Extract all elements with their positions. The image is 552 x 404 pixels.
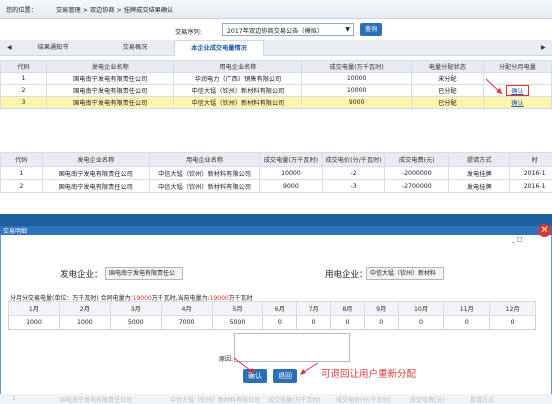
close-icon[interactable]: × bbox=[538, 224, 551, 237]
col-status: 电量分配状态 bbox=[410, 60, 484, 73]
month-input[interactable]: 1000 bbox=[8, 315, 60, 330]
month-input[interactable]: 5000 bbox=[109, 315, 162, 330]
modal-title: 交易明细 bbox=[3, 228, 28, 235]
sequence-label: 交易序列: bbox=[175, 29, 202, 36]
detail-table: 代码 发电企业名称 用电企业名称 成交电量(万千瓦时) 成交电价(分/千瓦时) … bbox=[0, 152, 552, 193]
month-input[interactable]: 0 bbox=[330, 315, 365, 330]
month-input[interactable]: 0 bbox=[489, 315, 536, 330]
ghost-table-row: 1 国电南宁发电有限责任公司 中信大锰（钦州）新材料有限公司 成交电量(万千瓦时… bbox=[0, 394, 552, 404]
buyer-field[interactable]: 中信大锰（钦州）新材料 bbox=[366, 267, 444, 280]
volume-table: 代码 发电企业名称 用电企业名称 成交电量(万千瓦时) 电量分配状态 分配分月电… bbox=[0, 60, 552, 109]
col-seller: 发电企业名称 bbox=[46, 60, 175, 73]
month-input[interactable]: 0 bbox=[363, 315, 399, 330]
col-code: 代码 bbox=[0, 60, 48, 73]
table-row[interactable]: 2 国电南宁发电有限责任公司 中信大锰（钦州）新材料有限公司 10000 已分配… bbox=[0, 84, 552, 97]
tab-scroll-left-icon[interactable]: ◀ bbox=[7, 44, 12, 51]
breadcrumb-path[interactable]: 交易管理 > 双边协商 > 挂牌成交结果确认 bbox=[56, 5, 173, 14]
monthly-volume-table: 1月 2月 3月 4月 5月 6月 7月 8月 9月 10月 11月 12月 1… bbox=[8, 301, 536, 330]
buyer-label: 用电企业： bbox=[325, 270, 368, 280]
confirm-link[interactable]: 确认 bbox=[511, 100, 523, 107]
table-row[interactable]: 1 国电南宁发电有限责任公司 中信大锰（钦州）新材料有限公司 10000 -2 … bbox=[0, 166, 552, 180]
table-row[interactable]: 1 国电南宁发电有限责任公司 华润电力（广西）销售有限公司 10000 未分配 bbox=[0, 72, 552, 85]
table-row[interactable]: 3 国电南宁发电有限责任公司 中信大锰（钦州）新材料有限公司 9000 已分配 … bbox=[0, 96, 552, 109]
breadcrumb-location-label: 您的位置： bbox=[6, 7, 37, 14]
chevron-down-icon: ▼ bbox=[345, 26, 350, 33]
query-button[interactable]: 查询 bbox=[360, 23, 382, 36]
col-monthly: 分配分月电量 bbox=[482, 60, 552, 73]
table-row[interactable]: 2 国电南宁发电有限责任公司 中信大锰（钦州）新材料有限公司 9000 -3 -… bbox=[0, 179, 552, 193]
sequence-select[interactable]: 2017年双边协商交易公告（模拟） ▼ bbox=[222, 23, 354, 36]
annotation-arrows-icon bbox=[233, 357, 319, 375]
breadcrumb: 您的位置： 交易管理 > 双边协商 > 挂牌成交结果确认 bbox=[0, 0, 552, 19]
seller-label: 发电企业： bbox=[60, 270, 103, 280]
col-buyer: 用电企业名称 bbox=[173, 60, 303, 73]
month-input[interactable]: 0 bbox=[443, 315, 491, 330]
month-input[interactable]: 7000 bbox=[160, 315, 213, 330]
month-input[interactable]: 1000 bbox=[58, 315, 111, 330]
tab-scroll-right-icon[interactable]: ▶ bbox=[541, 44, 546, 51]
month-input[interactable]: 5000 bbox=[211, 315, 264, 330]
tab-result-notice[interactable]: 结果通知书 bbox=[22, 40, 84, 55]
modal-title-bar: 交易明细 bbox=[0, 226, 552, 235]
seller-field[interactable]: 国电南宁发电有限责任公 bbox=[105, 267, 183, 280]
annotation-arrow-icon bbox=[485, 78, 503, 95]
tab-company-volume[interactable]: 本企业成交电量情况 bbox=[174, 40, 264, 56]
background-header-band bbox=[0, 214, 552, 226]
month-input[interactable]: 0 bbox=[397, 315, 445, 330]
annotation-text: 可退回让用户重新分配 bbox=[321, 369, 417, 380]
month-input[interactable]: 0 bbox=[296, 315, 332, 330]
window-controls[interactable]: _ □ bbox=[512, 236, 523, 243]
tab-trade-overview[interactable]: 交易概况 bbox=[104, 40, 166, 55]
month-input[interactable]: 0 bbox=[262, 315, 298, 330]
col-volume: 成交电量(万千瓦时) bbox=[301, 60, 412, 73]
sequence-select-value: 2017年双边协商交易公告（模拟） bbox=[227, 28, 324, 35]
